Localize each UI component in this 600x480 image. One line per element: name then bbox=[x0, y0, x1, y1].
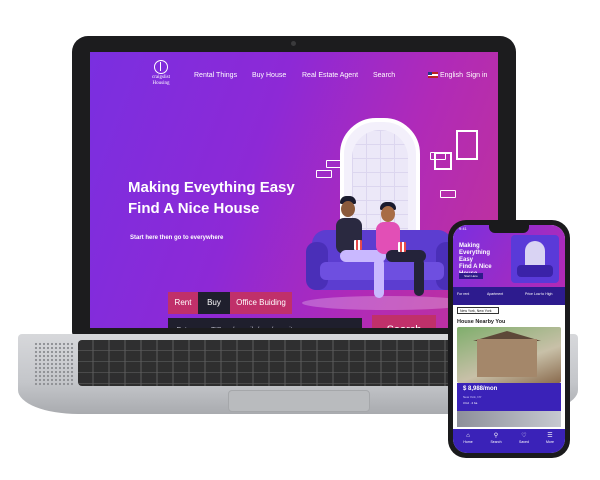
status-time: 9:41 bbox=[459, 226, 467, 231]
listing-info[interactable]: $ 8,988/mon New York, NY 3 bd · 2 ba bbox=[457, 383, 561, 411]
nav-real-estate-agent[interactable]: Real Estate Agent bbox=[302, 72, 358, 79]
laptop-screen: craigslist Housing Rental Things Buy Hou… bbox=[90, 52, 498, 328]
nav-buy-house[interactable]: Buy House bbox=[252, 72, 286, 79]
tab-label: Saved bbox=[519, 440, 529, 444]
popcorn-icon bbox=[354, 240, 362, 250]
tab-home[interactable]: ⌂ Home bbox=[455, 432, 481, 444]
nav-search[interactable]: Search bbox=[373, 72, 395, 79]
phone-hero: 9:41 Making Everything Easy Find A Nice … bbox=[453, 225, 565, 287]
phone-location-field[interactable]: New York, New York bbox=[457, 307, 499, 314]
phone: 9:41 Making Everything Easy Find A Nice … bbox=[448, 220, 570, 458]
home-icon: ⌂ bbox=[466, 433, 470, 439]
floor-shadow bbox=[302, 296, 472, 310]
hero-title-line2: Find A Nice House bbox=[128, 200, 260, 217]
listing-address: New York, NY bbox=[463, 395, 482, 399]
phone-title-line: Everything bbox=[459, 250, 491, 256]
phone-title-line: Find A Nice bbox=[459, 264, 492, 270]
tab-label: Home bbox=[463, 440, 473, 444]
person-left-shin bbox=[374, 258, 384, 298]
language-selector[interactable]: English bbox=[428, 72, 463, 79]
tab-office-building[interactable]: Office Buiding bbox=[230, 292, 292, 314]
tab-saved[interactable]: ♡ Saved bbox=[511, 432, 537, 444]
hero-title: Making Eveything Easy Find A Nice House bbox=[128, 177, 328, 219]
heart-icon: ♡ bbox=[521, 433, 527, 439]
speaker-grille bbox=[34, 342, 74, 386]
filter-price-sort[interactable]: Price Low to High bbox=[525, 292, 552, 296]
person-right-head bbox=[381, 206, 395, 222]
logo[interactable]: craigslist Housing bbox=[148, 60, 174, 86]
phone-section-title: House Nearby You bbox=[457, 319, 506, 325]
logo-line2: Housing bbox=[152, 81, 170, 86]
person-right-shin bbox=[414, 258, 424, 296]
tab-label: Search bbox=[490, 440, 502, 444]
language-label: English bbox=[440, 72, 463, 79]
signin-link[interactable]: Sign in bbox=[466, 72, 487, 79]
location-search-input[interactable]: Entre your ZIP code, neibrhood, or city bbox=[168, 318, 362, 328]
tab-label: More bbox=[546, 440, 554, 444]
phone-title-line: Making bbox=[459, 243, 480, 249]
tab-buy[interactable]: Buy bbox=[198, 292, 230, 314]
us-flag-icon bbox=[428, 72, 438, 79]
listing-photo-2[interactable] bbox=[457, 411, 561, 427]
filter-for-rent[interactable]: For rent bbox=[457, 292, 469, 296]
top-nav: craigslist Housing Rental Things Buy Hou… bbox=[90, 52, 498, 88]
phone-screen: 9:41 Making Everything Easy Find A Nice … bbox=[453, 225, 565, 453]
search-button[interactable]: Search bbox=[372, 315, 436, 328]
nav-rental-things[interactable]: Rental Things bbox=[194, 72, 237, 79]
phone-hero-illustration bbox=[511, 235, 559, 283]
brick-decoration bbox=[440, 190, 456, 198]
tab-more[interactable]: ☰ More bbox=[537, 432, 563, 444]
tab-search[interactable]: ⚲ Search bbox=[483, 432, 509, 444]
phone-start-button[interactable]: Start Here bbox=[459, 273, 483, 279]
logo-line1: craigslist bbox=[151, 75, 171, 80]
search-icon: ⚲ bbox=[493, 433, 499, 439]
popcorn-icon bbox=[398, 242, 406, 252]
tab-rent[interactable]: Rent bbox=[168, 292, 198, 314]
phone-title-line: Easy bbox=[459, 257, 474, 263]
camera bbox=[291, 41, 296, 46]
filter-apartment[interactable]: Apartment bbox=[487, 292, 503, 296]
hero-subtitle: Start here then go to everywhere bbox=[130, 235, 224, 241]
listing-meta: 3 bd · 2 ba bbox=[463, 401, 478, 405]
phone-filter-bar: For rent Apartment Price Low to High bbox=[453, 287, 565, 305]
listing-price: $ 8,988/mon bbox=[463, 386, 498, 392]
hero-title-line1: Making Eveything Easy bbox=[128, 179, 295, 196]
phone-tab-bar: ⌂ Home ⚲ Search ♡ Saved ☰ More bbox=[453, 429, 565, 453]
picture-frame bbox=[434, 152, 452, 170]
menu-icon: ☰ bbox=[547, 433, 553, 439]
brick-decoration bbox=[326, 160, 342, 168]
trackpad bbox=[228, 390, 370, 412]
listing-photo[interactable] bbox=[457, 327, 561, 383]
person-left-head bbox=[341, 201, 355, 217]
house-image bbox=[477, 339, 537, 377]
picture-frame bbox=[456, 130, 478, 160]
phone-notch bbox=[489, 225, 529, 233]
peace-logo-icon bbox=[154, 60, 168, 74]
